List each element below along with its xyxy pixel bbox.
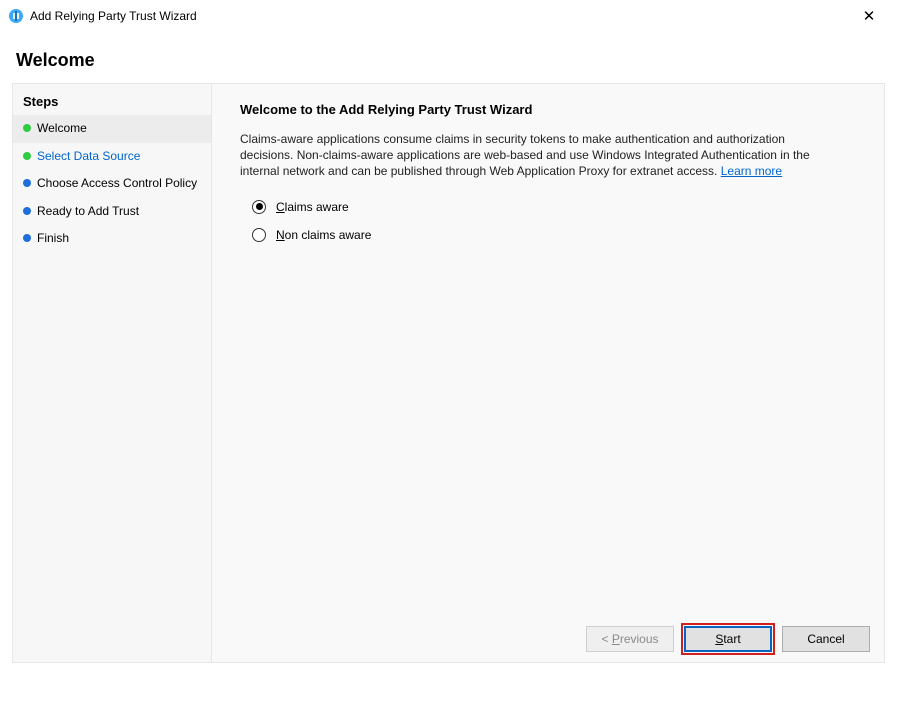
radio-claims-aware[interactable]: Claims aware [252,200,856,214]
bullet-icon [23,152,31,160]
step-ready-to-add-trust[interactable]: Ready to Add Trust [13,198,211,226]
button-row: < Previous Start Cancel [586,626,870,652]
radio-non-claims-aware[interactable]: Non claims aware [252,228,856,242]
main-heading: Welcome to the Add Relying Party Trust W… [240,102,856,117]
close-icon[interactable]: ✕ [849,7,889,25]
radio-label: Non claims aware [276,228,371,242]
steps-sidebar: Steps Welcome Select Data Source Choose … [12,83,212,663]
step-select-data-source[interactable]: Select Data Source [13,143,211,171]
previous-button: < Previous [586,626,674,652]
content-area: Steps Welcome Select Data Source Choose … [12,83,885,663]
page-title: Welcome [0,32,897,83]
app-icon [8,8,24,24]
window-title: Add Relying Party Trust Wizard [30,9,197,23]
step-label: Choose Access Control Policy [37,176,197,192]
radio-icon [252,228,266,242]
step-label: Welcome [37,121,87,137]
step-finish[interactable]: Finish [13,225,211,253]
main-panel: Welcome to the Add Relying Party Trust W… [212,83,885,663]
description-text: Claims-aware applications consume claims… [240,131,840,180]
step-label: Ready to Add Trust [37,204,139,220]
steps-header: Steps [13,90,211,115]
radio-label: Claims aware [276,200,349,214]
step-welcome[interactable]: Welcome [13,115,211,143]
titlebar: Add Relying Party Trust Wizard ✕ [0,0,897,32]
start-button[interactable]: Start [684,626,772,652]
cancel-button[interactable]: Cancel [782,626,870,652]
radio-group: Claims aware Non claims aware [252,200,856,242]
step-label: Select Data Source [37,149,140,165]
bullet-icon [23,207,31,215]
bullet-icon [23,234,31,242]
bullet-icon [23,124,31,132]
step-choose-access-control-policy[interactable]: Choose Access Control Policy [13,170,211,198]
learn-more-link[interactable]: Learn more [721,164,782,178]
step-label: Finish [37,231,69,247]
bullet-icon [23,179,31,187]
radio-icon [252,200,266,214]
